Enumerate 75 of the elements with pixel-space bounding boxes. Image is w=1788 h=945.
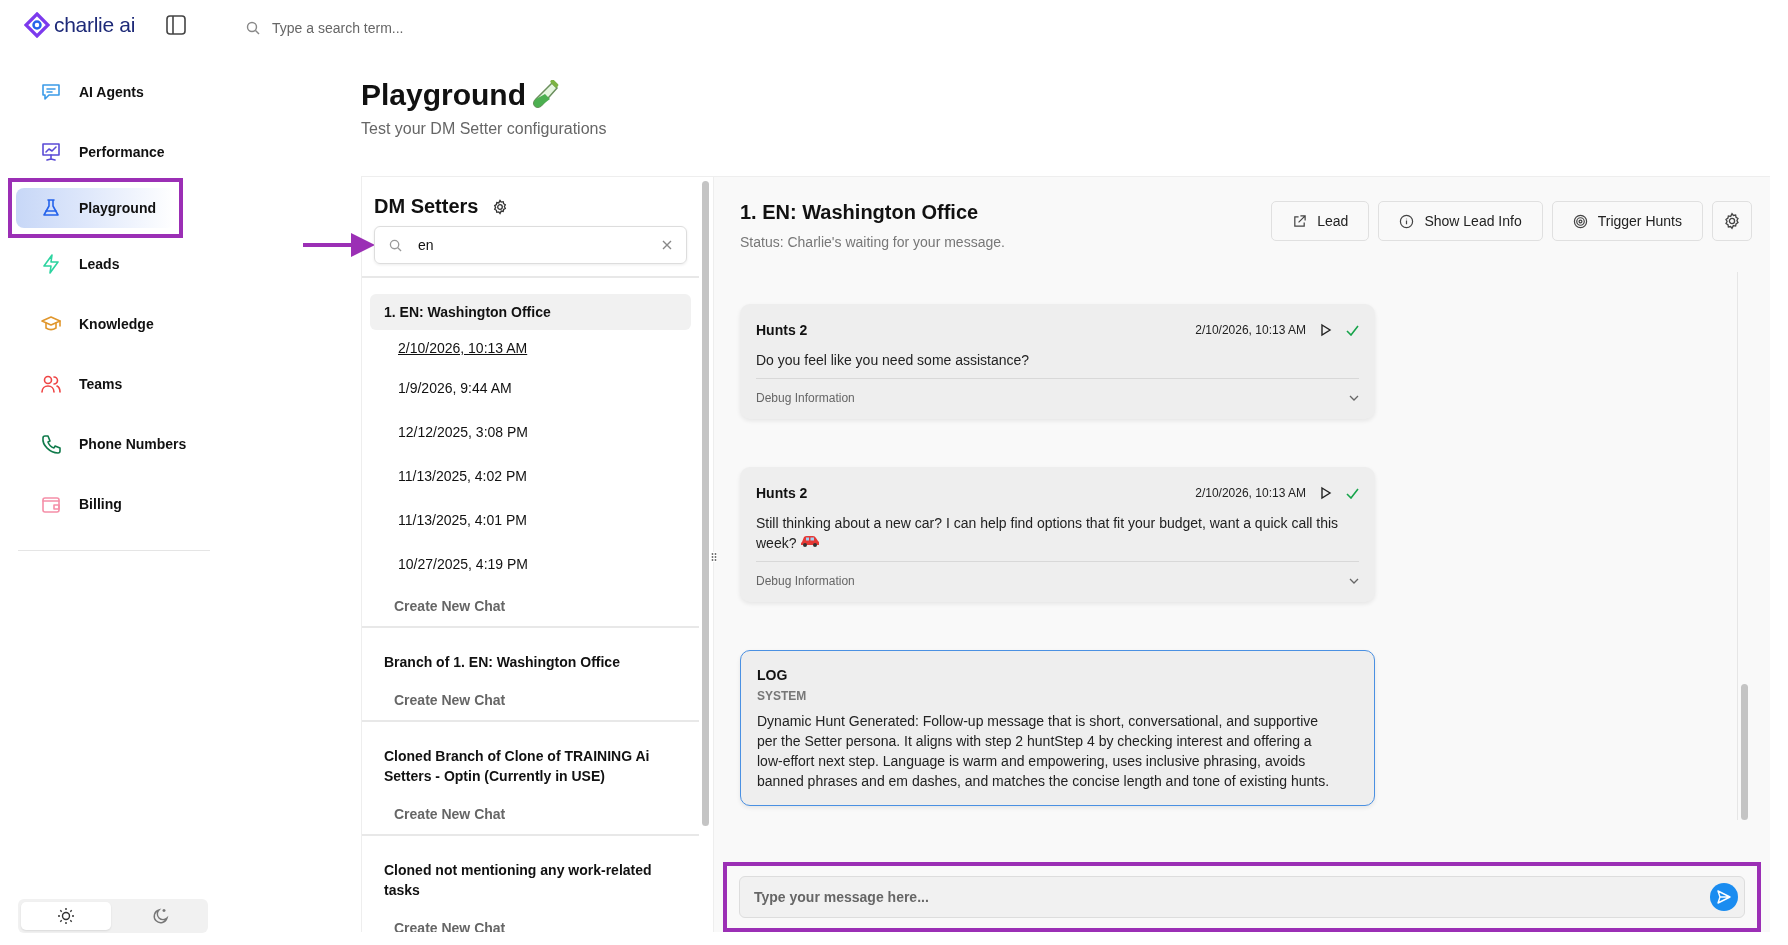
- scrollbar-thumb[interactable]: [1741, 684, 1748, 820]
- scrollbar-thumb[interactable]: [702, 181, 709, 826]
- test-tube-icon: [532, 80, 560, 110]
- clear-icon[interactable]: [662, 240, 672, 250]
- setter-item[interactable]: Branch of 1. EN: Washington Office: [370, 644, 691, 680]
- search-icon: [389, 238, 402, 252]
- nav-item[interactable]: Knowledge: [12, 304, 198, 344]
- nav-item[interactable]: AI Agents: [12, 72, 198, 112]
- send-button[interactable]: [1710, 883, 1738, 911]
- send-icon: [1717, 890, 1731, 904]
- message-sender: Hunts 2: [756, 485, 809, 501]
- setter-item[interactable]: Cloned Branch of Clone of TRAINING Ai Setters - Optin (Currently in USE): [370, 738, 691, 794]
- nav-icon: [40, 81, 62, 103]
- message-field[interactable]: Type your message here...: [739, 876, 1745, 918]
- nav-item[interactable]: Billing: [12, 484, 198, 524]
- message-time: 2/10/2026, 10:13 AM: [1195, 323, 1306, 337]
- toolbar-button[interactable]: Lead: [1271, 201, 1370, 241]
- light-mode-button[interactable]: [21, 902, 111, 930]
- create-chat-link[interactable]: Create New Chat: [362, 586, 699, 614]
- setter-item[interactable]: 1. EN: Washington Office: [370, 294, 691, 330]
- nav-item[interactable]: Leads: [12, 244, 198, 284]
- page-subtitle: Test your DM Setter configurations: [361, 120, 608, 138]
- panel-title: DM Setters: [374, 195, 479, 218]
- message-time: 2/10/2026, 10:13 AM: [1195, 486, 1306, 500]
- message-text: Do you feel like you need some assistance?: [756, 351, 1031, 370]
- nav-icon: [40, 253, 62, 275]
- page-title: Playground: [361, 78, 526, 112]
- chat-session-link[interactable]: 10/27/2025, 4:19 PM: [362, 542, 699, 586]
- settings-icon: [1723, 212, 1741, 230]
- button-icon: [1292, 213, 1308, 229]
- car-icon: [800, 534, 821, 548]
- chat-session-link[interactable]: 12/12/2025, 3:08 PM: [362, 410, 699, 454]
- chat-title: 1. EN: Washington Office: [740, 201, 980, 224]
- create-chat-link[interactable]: Create New Chat: [362, 680, 699, 708]
- nav-item[interactable]: Performance: [12, 132, 198, 172]
- log-text: Dynamic Hunt Generated: Follow-up message that is short, conversational, and supportive per the Setter persona. It aligns with step 2 huntStep 4 by checking interest and offering a low-effort next step. Language is warm and empowering, uses inclusive phrasing, avoids banned phrases and em dashes, and matches the concise length and tone of existing hunts.: [757, 712, 1331, 791]
- sidebar-toggle-icon[interactable]: [165, 14, 188, 36]
- debug-toggle[interactable]: Debug Information: [756, 574, 855, 588]
- setter-item[interactable]: Cloned not mentioning any work-related tasks: [370, 852, 691, 908]
- play-icon[interactable]: [1320, 486, 1332, 500]
- settings-button[interactable]: [1712, 201, 1752, 241]
- button-icon: [1572, 213, 1588, 229]
- chevron-down-icon[interactable]: [1349, 395, 1359, 401]
- message-sender: Hunts 2: [756, 322, 809, 338]
- create-chat-link[interactable]: Create New Chat: [362, 794, 699, 822]
- nav-item[interactable]: Phone Numbers: [12, 424, 198, 464]
- settings-icon[interactable]: [492, 198, 509, 215]
- chat-status: Status: Charlie's waiting for your message.: [740, 234, 1005, 250]
- nav-icon: [40, 433, 62, 455]
- search-field[interactable]: Type a search term...: [270, 19, 574, 37]
- chat-session-link[interactable]: 11/13/2025, 4:01 PM: [362, 498, 699, 542]
- chat-session-link[interactable]: 2/10/2026, 10:13 AM: [362, 330, 699, 366]
- button-icon: [1399, 213, 1415, 229]
- search-icon: [246, 21, 260, 35]
- logo-icon: [24, 12, 50, 38]
- toolbar-button[interactable]: Show Lead Info: [1378, 201, 1543, 241]
- nav-icon: [40, 373, 62, 395]
- message-text: Still thinking about a new car? I can help find options that fit your budget, want a quick call this week?: [756, 514, 1340, 553]
- log-title: LOG: [757, 667, 789, 683]
- message-input[interactable]: Type your message here...: [752, 888, 1710, 906]
- moon-icon: [151, 907, 169, 925]
- search-field[interactable]: en: [374, 226, 687, 264]
- resize-handle-icon[interactable]: [711, 552, 717, 562]
- chat-session-link[interactable]: 1/9/2026, 9:44 AM: [362, 366, 699, 410]
- nav-icon: [40, 197, 62, 219]
- nav-item[interactable]: Teams: [12, 364, 198, 404]
- debug-toggle[interactable]: Debug Information: [756, 391, 855, 405]
- chevron-down-icon[interactable]: [1349, 578, 1359, 584]
- brand-name: charlie ai: [54, 13, 136, 37]
- log-role: SYSTEM: [757, 689, 808, 703]
- play-icon[interactable]: [1320, 323, 1332, 337]
- sun-icon: [57, 907, 75, 925]
- toolbar-button[interactable]: Trigger Hunts: [1551, 201, 1703, 241]
- chat-session-link[interactable]: 11/13/2025, 4:02 PM: [362, 454, 699, 498]
- nav-icon: [40, 141, 62, 163]
